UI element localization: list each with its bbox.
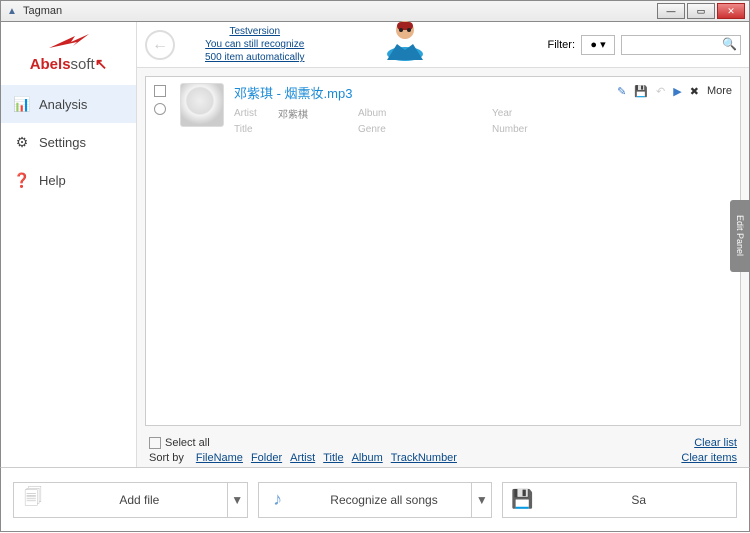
artist-label: Artist [234, 108, 278, 119]
content-area: ← Testversion You can still recognize 50… [136, 22, 749, 467]
add-file-label: Add file [52, 493, 227, 507]
select-all-checkbox[interactable] [149, 437, 161, 449]
sidebar-item-analysis[interactable]: 📊 Analysis [1, 85, 136, 123]
save-button[interactable]: 💾 Sa [502, 482, 737, 518]
sidebar-item-help[interactable]: ❓ Help [1, 161, 136, 199]
sort-title[interactable]: Title [323, 452, 343, 464]
promo-link-2[interactable]: You can still recognize [205, 38, 305, 51]
edit-icon[interactable]: ✎ [617, 85, 626, 98]
artist-value: 邓紫棋 [278, 106, 358, 121]
note-icon: ♪ [259, 489, 297, 510]
more-link[interactable]: More [707, 85, 732, 97]
track-row[interactable]: 邓紫琪 - 烟熏妆.mp3 Artist 邓紫棋 Album Year Titl… [146, 77, 740, 141]
sort-album[interactable]: Album [352, 452, 383, 464]
filter-area: Filter: ● ▾ 🔍 [548, 35, 742, 55]
sort-footer: Sort by FileName Folder Artist Title Alb… [137, 452, 749, 467]
content-header: ← Testversion You can still recognize 50… [137, 22, 749, 68]
select-all-label: Select all [165, 437, 210, 449]
recognize-label: Recognize all songs [297, 493, 472, 507]
genre-label: Genre [358, 124, 412, 135]
recognize-button[interactable]: ♪ Recognize all songs ▼ [258, 482, 493, 518]
row-selectors [154, 83, 170, 135]
sidebar-item-settings[interactable]: ⚙ Settings [1, 123, 136, 161]
album-art [180, 83, 224, 127]
album-label: Album [358, 108, 412, 119]
row-actions: ✎ 💾 ↶ ▶ ✖ More [617, 83, 732, 135]
sidebar-item-label: Help [39, 173, 66, 188]
sidebar: Abelssoft↖ 📊 Analysis ⚙ Settings ❓ Help [1, 22, 136, 467]
mascot-icon [383, 16, 427, 67]
sidebar-item-label: Analysis [39, 97, 87, 112]
back-button[interactable]: ← [145, 30, 175, 60]
promo-link-3[interactable]: 500 item automatically [205, 51, 305, 64]
chevron-down-icon[interactable]: ▼ [227, 483, 247, 517]
window-controls: — ▭ ✕ [657, 3, 745, 19]
clear-items-link[interactable]: Clear items [681, 452, 737, 464]
main-area: Abelssoft↖ 📊 Analysis ⚙ Settings ❓ Help … [0, 22, 750, 467]
filter-label: Filter: [548, 39, 576, 51]
undo-icon[interactable]: ↶ [656, 85, 665, 98]
play-icon[interactable]: ▶ [673, 85, 681, 98]
list-footer: Select all Clear list [137, 434, 749, 452]
sort-links: FileName Folder Artist Title Album Track… [196, 452, 457, 464]
sort-tracknumber[interactable]: TrackNumber [391, 452, 457, 464]
clear-list-link[interactable]: Clear list [694, 437, 737, 449]
track-filename: 邓紫琪 - 烟熏妆.mp3 [234, 83, 607, 102]
year-label: Year [492, 108, 546, 119]
title-label: Title [234, 124, 278, 135]
edit-panel-tab[interactable]: Edit Panel [730, 200, 750, 272]
chart-icon: 📊 [13, 95, 31, 113]
save-icon[interactable]: 💾 [634, 85, 648, 98]
disk-icon: 💾 [503, 489, 541, 510]
help-icon: ❓ [13, 171, 31, 189]
maximize-button[interactable]: ▭ [687, 3, 715, 19]
app-icon: ▲ [5, 4, 19, 18]
promo-link-1[interactable]: Testversion [205, 25, 305, 38]
search-icon: 🔍 [722, 37, 737, 51]
sort-folder[interactable]: Folder [251, 452, 282, 464]
track-radio[interactable] [154, 103, 166, 115]
gear-icon: ⚙ [13, 133, 31, 151]
bottom-toolbar: 🗐 Add file ▼ ♪ Recognize all songs ▼ 💾 S… [0, 467, 750, 532]
titlebar: ▲ Tagman — ▭ ✕ [0, 0, 750, 22]
number-label: Number [492, 124, 546, 135]
promo-text: Testversion You can still recognize 500 … [205, 25, 305, 64]
brand-text: Abelssoft↖ [1, 55, 136, 73]
filter-dropdown[interactable]: ● ▾ [581, 35, 615, 55]
sidebar-item-label: Settings [39, 135, 86, 150]
remove-icon[interactable]: ✖ [690, 85, 699, 98]
sort-filename[interactable]: FileName [196, 452, 243, 464]
track-details: 邓紫琪 - 烟熏妆.mp3 Artist 邓紫棋 Album Year Titl… [234, 83, 607, 135]
track-checkbox[interactable] [154, 85, 166, 97]
save-label: Sa [541, 493, 736, 507]
files-icon: 🗐 [14, 485, 52, 515]
add-file-button[interactable]: 🗐 Add file ▼ [13, 482, 248, 518]
track-list: 邓紫琪 - 烟熏妆.mp3 Artist 邓紫棋 Album Year Titl… [145, 76, 741, 426]
sort-artist[interactable]: Artist [290, 452, 315, 464]
brand-logo: Abelssoft↖ [1, 28, 136, 85]
minimize-button[interactable]: — [657, 3, 685, 19]
close-button[interactable]: ✕ [717, 3, 745, 19]
chevron-down-icon[interactable]: ▼ [471, 483, 491, 517]
sort-by-label: Sort by [149, 452, 184, 464]
window-title: Tagman [23, 5, 657, 17]
